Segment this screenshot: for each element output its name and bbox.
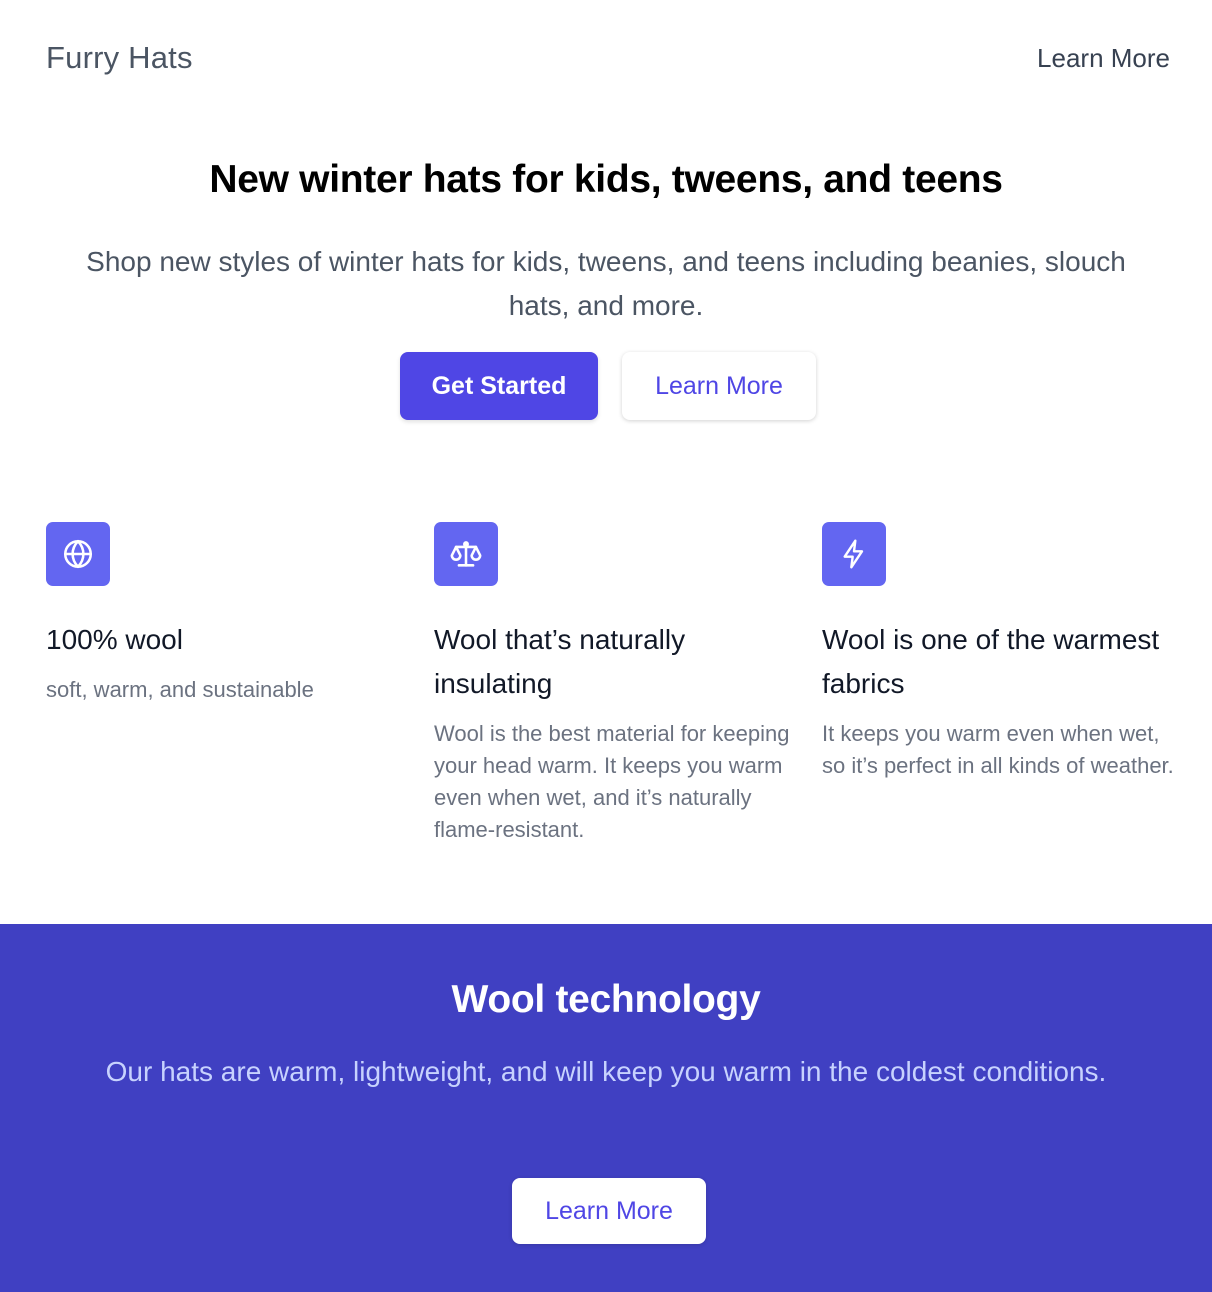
- cta-text: Our hats are warm, lightweight, and will…: [105, 1056, 1107, 1087]
- feature-description: soft, warm, and sustainable: [46, 677, 314, 702]
- globe-icon: [46, 522, 110, 586]
- feature-title: Wool is one of the warmest fabrics: [822, 624, 1160, 699]
- hero-learn-more-button[interactable]: Learn More: [622, 352, 816, 420]
- feature-card-warmest: Wool is one of the warmest fabrics It ke…: [822, 522, 1182, 782]
- nav-learn-more-link[interactable]: Learn More: [1037, 43, 1170, 74]
- feature-title: Wool that’s naturally insulating: [434, 624, 686, 699]
- hero-title: New winter hats for kids, tweens, and te…: [209, 158, 1003, 201]
- landing-page: Furry Hats Learn More New winter hats fo…: [0, 0, 1212, 1292]
- scale-icon: [434, 522, 498, 586]
- cta-title: Wool technology: [451, 978, 761, 1021]
- feature-description: Wool is the best material for keeping yo…: [434, 721, 790, 842]
- feature-card-insulating: Wool that’s naturally insulating Wool is…: [434, 522, 794, 846]
- cta-band: Wool technology Our hats are warm, light…: [0, 924, 1212, 1292]
- brand-logo[interactable]: Furry Hats: [46, 40, 193, 76]
- site-header: Furry Hats Learn More: [0, 0, 1212, 118]
- feature-card-wool: 100% wool soft, warm, and sustainable: [46, 522, 406, 706]
- feature-description: It keeps you warm even when wet, so it’s…: [822, 721, 1174, 778]
- hero-subtitle: Shop new styles of winter hats for kids,…: [86, 246, 1126, 321]
- cta-learn-more-button[interactable]: Learn More: [512, 1178, 706, 1244]
- lightning-bolt-icon: [822, 522, 886, 586]
- get-started-button[interactable]: Get Started: [400, 352, 598, 420]
- feature-title: 100% wool: [46, 624, 183, 655]
